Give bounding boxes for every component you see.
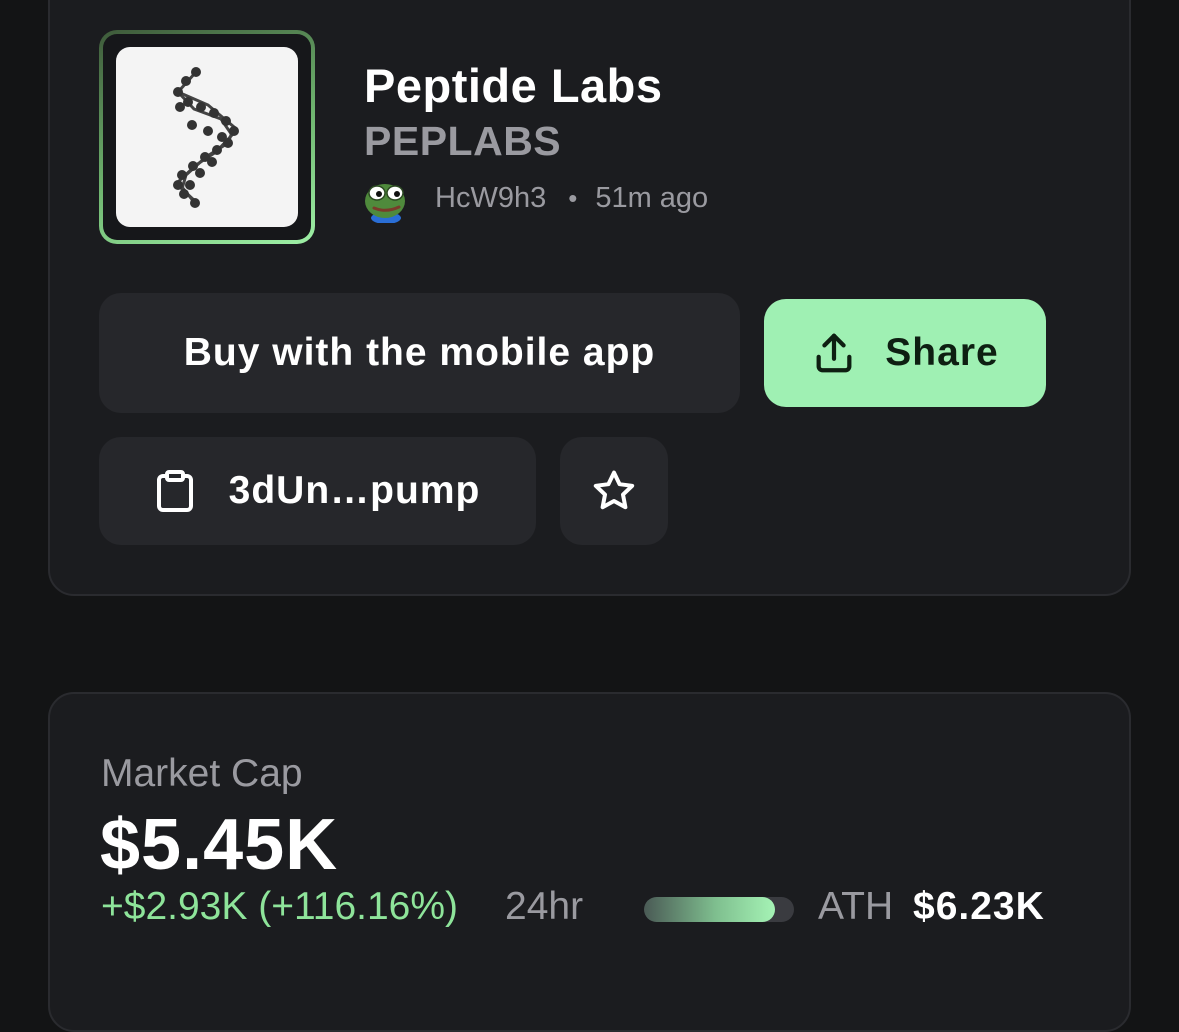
favorite-button[interactable] — [560, 437, 668, 545]
share-label: Share — [885, 331, 999, 374]
market-cap-value: $5.45K — [100, 805, 339, 885]
pepe-frog-avatar[interactable] — [362, 173, 412, 223]
buy-mobile-app-button[interactable]: Buy with the mobile app — [99, 293, 740, 413]
clipboard-icon — [156, 470, 193, 512]
token-ticker: PEPLABS — [364, 118, 562, 164]
contract-address: 3dUn…pump — [228, 469, 481, 512]
ath-value: $6.23K — [913, 885, 1045, 928]
creator-address[interactable]: HcW9h3 — [435, 182, 546, 215]
token-age: 51m ago — [595, 181, 709, 214]
dna-helix-graphic — [173, 67, 239, 208]
market-cap-label: Market Cap — [101, 752, 303, 795]
copy-contract-button[interactable]: 3dUn…pump — [99, 437, 536, 545]
change-period: 24hr — [505, 885, 584, 928]
token-name: Peptide Labs — [364, 59, 663, 112]
creator-meta: HcW9h3 • 51m ago — [362, 172, 708, 224]
share-button[interactable]: Share — [764, 299, 1046, 407]
ath-label: ATH — [818, 885, 894, 928]
ath-progress-fill — [644, 897, 775, 922]
share-icon — [816, 333, 852, 373]
star-icon — [593, 470, 635, 510]
token-logo — [99, 30, 315, 244]
ath-progress-bar — [644, 897, 794, 922]
meta-separator: • — [568, 182, 578, 213]
dna-helix-icon — [116, 47, 298, 227]
market-cap-change: +$2.93K (+116.16%) — [101, 885, 459, 928]
